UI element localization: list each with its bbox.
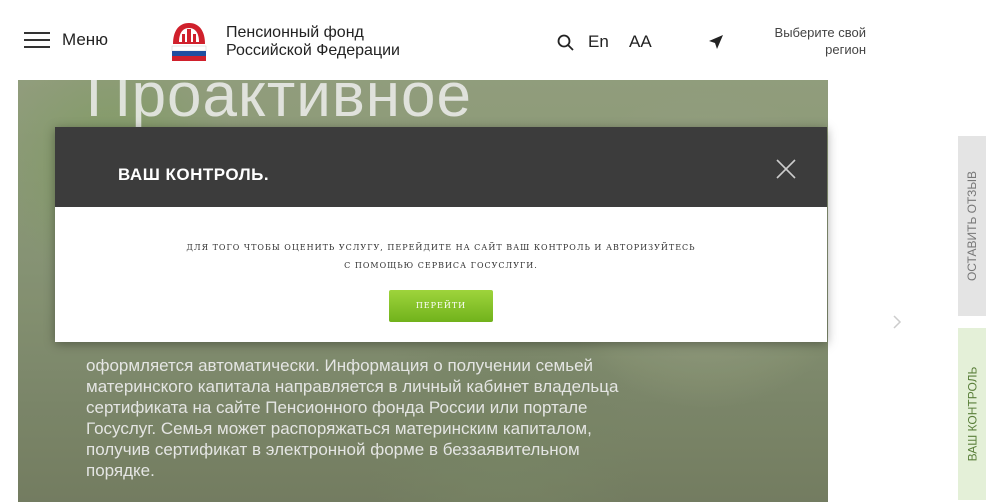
language-switch[interactable]: En: [588, 32, 609, 52]
leave-review-label: ОСТАВИТЬ ОТЗЫВ: [965, 170, 980, 282]
modal-title: ВАШ КОНТРОЛЬ.: [118, 165, 270, 184]
region-line2: регион: [825, 42, 866, 57]
close-icon[interactable]: [775, 158, 797, 180]
region-selector[interactable]: Выберите свой регион: [748, 24, 866, 58]
modal-message-line1: ДЛЯ ТОГО ЧТОБЫ ОЦЕНИТЬ УСЛУГУ, ПЕРЕЙДИТЕ…: [186, 243, 696, 252]
site-header: Меню Пенсионный фонд Российской Федераци…: [18, 0, 873, 80]
leave-review-tab[interactable]: ОСТАВИТЬ ОТЗЫВ: [958, 136, 986, 316]
vash-kontrol-modal: ВАШ КОНТРОЛЬ. ДЛЯ ТОГО ЧТОБЫ ОЦЕНИТЬ УСЛ…: [55, 127, 827, 342]
location-arrow-icon[interactable]: [708, 34, 724, 50]
go-button[interactable]: ПЕРЕЙТИ: [389, 290, 493, 322]
chevron-right-icon[interactable]: [892, 315, 902, 329]
pfr-logo[interactable]: [168, 20, 210, 62]
vash-kontrol-tab[interactable]: ВАШ КОНТРОЛЬ: [958, 328, 986, 500]
menu-button[interactable]: Меню: [24, 30, 108, 50]
org-name-line2: Российской Федерации: [226, 42, 400, 59]
region-line1: Выберите свой: [774, 25, 866, 40]
modal-message: ДЛЯ ТОГО ЧТОБЫ ОЦЕНИТЬ УСЛУГУ, ПЕРЕЙДИТЕ…: [55, 239, 827, 275]
org-name[interactable]: Пенсионный фонд Российской Федерации: [226, 24, 400, 60]
modal-header: ВАШ КОНТРОЛЬ.: [55, 127, 827, 207]
menu-label: Меню: [62, 30, 108, 49]
modal-message-line2: С ПОМОЩЬЮ СЕРВИСА ГОСУСЛУГИ.: [344, 261, 538, 270]
menu-icon: [24, 32, 50, 48]
org-name-line1: Пенсионный фонд: [226, 24, 364, 41]
font-size-toggle[interactable]: AA: [629, 32, 652, 52]
search-icon[interactable]: [556, 33, 576, 53]
vash-kontrol-label: ВАШ КОНТРОЛЬ: [965, 366, 980, 462]
